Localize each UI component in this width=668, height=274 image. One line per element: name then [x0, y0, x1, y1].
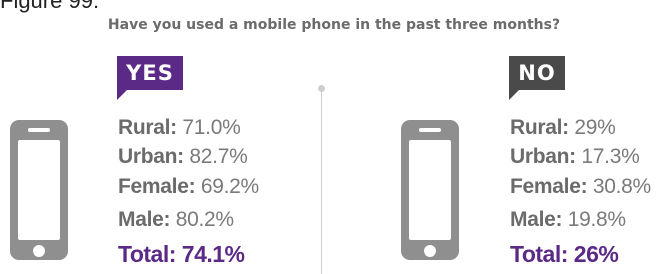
phone-screen: [409, 140, 451, 240]
phone-screen: [18, 140, 60, 240]
no-male-row: Male: 19.8%: [510, 208, 626, 232]
phone-home-button: [33, 245, 45, 257]
no-badge: NO: [509, 56, 565, 100]
yes-rural-label: Rural:: [118, 116, 177, 139]
no-urban-row: Urban: 17.3%: [510, 145, 640, 169]
no-rural-value: 29%: [574, 116, 616, 139]
yes-rural-row: Rural: 71.0%: [118, 116, 241, 140]
no-badge-label: NO: [518, 61, 556, 85]
yes-male-label: Male:: [118, 208, 171, 231]
chart-title: Have you used a mobile phone in the past…: [107, 17, 561, 33]
no-female-label: Female:: [510, 175, 588, 198]
yes-badge-label: YES: [126, 61, 174, 85]
yes-badge: YES: [117, 56, 183, 100]
no-female-value: 30.8%: [592, 175, 651, 198]
no-urban-label: Urban:: [510, 145, 576, 168]
yes-urban-row: Urban: 82.7%: [118, 145, 248, 169]
yes-urban-value: 82.7%: [189, 145, 248, 168]
no-total: Total: 26%: [510, 241, 619, 267]
no-badge-tail: [509, 90, 519, 100]
center-divider: [321, 88, 322, 274]
yes-male-row: Male: 80.2%: [118, 208, 234, 232]
yes-female-label: Female:: [118, 175, 196, 198]
phone-icon: [10, 120, 68, 260]
no-male-label: Male:: [510, 208, 563, 231]
figure-label: Figure 99:: [0, 0, 100, 13]
phone-speaker: [419, 128, 441, 132]
no-male-value: 19.8%: [567, 208, 626, 231]
phone-speaker: [28, 128, 50, 132]
no-rural-label: Rural:: [510, 116, 569, 139]
phone-icon: [401, 120, 459, 260]
no-female-row: Female: 30.8%: [510, 175, 651, 199]
no-urban-value: 17.3%: [581, 145, 640, 168]
no-rural-row: Rural: 29%: [510, 116, 616, 140]
yes-urban-label: Urban:: [118, 145, 184, 168]
yes-total: Total: 74.1%: [118, 241, 245, 267]
yes-badge-tail: [117, 90, 127, 100]
yes-female-row: Female: 69.2%: [118, 175, 259, 199]
yes-rural-value: 71.0%: [182, 116, 241, 139]
yes-male-value: 80.2%: [175, 208, 234, 231]
phone-home-button: [424, 245, 436, 257]
yes-female-value: 69.2%: [200, 175, 259, 198]
